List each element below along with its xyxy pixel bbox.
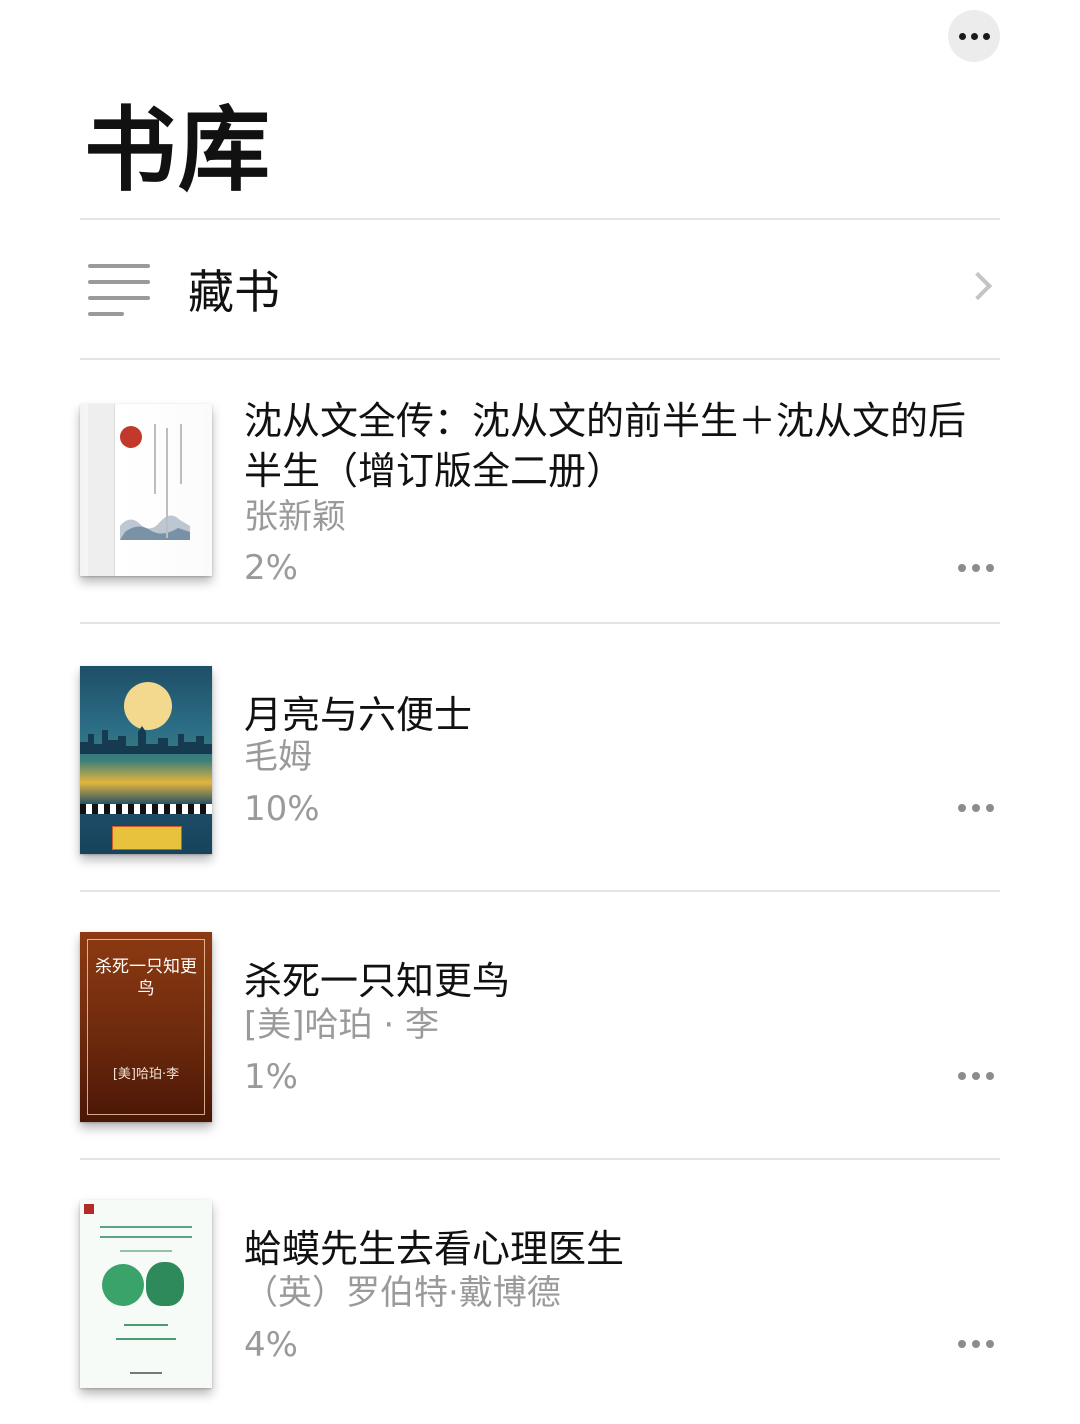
book-item[interactable]: 蛤蟆先生去看心理医生 （英）罗伯特·戴博德 4% (80, 1160, 1000, 1424)
page-title: 书库 (84, 97, 273, 204)
book-more-button[interactable] (958, 804, 994, 812)
collection-row[interactable]: 藏书 (80, 222, 1000, 358)
collection-label: 藏书 (188, 265, 280, 319)
book-more-button[interactable] (958, 1340, 994, 1348)
more-horizontal-icon (958, 32, 966, 40)
book-author: 毛姆 (244, 737, 312, 777)
more-horizontal-icon (958, 564, 966, 572)
book-author: （英）罗伯特·戴博德 (244, 1273, 561, 1313)
more-horizontal-icon (958, 1072, 966, 1080)
reading-progress: 4% (244, 1325, 298, 1365)
book-cover[interactable] (80, 404, 212, 576)
book-more-button[interactable] (958, 1072, 994, 1080)
cover-author: [美]哈珀·李 (112, 1067, 180, 1082)
cover-title: 杀死一只知更鸟 (95, 957, 197, 999)
book-title: 月亮与六便士 (244, 693, 473, 737)
more-horizontal-icon (958, 1340, 966, 1348)
book-item[interactable]: 杀死一只知更鸟 [美]哈珀·李 杀死一只知更鸟 [美]哈珀 · 李 1% (80, 892, 1000, 1158)
reading-progress: 1% (244, 1057, 298, 1097)
list-icon (88, 264, 150, 318)
more-horizontal-icon (958, 804, 966, 812)
book-item[interactable]: 月亮与六便士 毛姆 10% (80, 624, 1000, 890)
reading-progress: 2% (244, 548, 298, 588)
book-cover[interactable] (80, 666, 212, 854)
divider (80, 218, 1000, 220)
book-title: 蛤蟆先生去看心理医生 (244, 1227, 625, 1271)
book-author: [美]哈珀 · 李 (244, 1005, 439, 1045)
book-cover[interactable]: 杀死一只知更鸟 [美]哈珀·李 (80, 932, 212, 1122)
chevron-right-icon (963, 271, 993, 301)
book-cover[interactable] (80, 1200, 212, 1388)
reading-progress: 10% (244, 789, 320, 829)
book-item[interactable]: 沈从文全传：沈从文的前半生＋沈从文的后半生（增订版全二册） 张新颖 2% (80, 360, 1000, 622)
book-title: 杀死一只知更鸟 (244, 959, 511, 1003)
book-more-button[interactable] (958, 564, 994, 572)
book-author: 张新颖 (244, 497, 346, 537)
more-options-button[interactable] (948, 10, 1000, 62)
book-title: 沈从文全传：沈从文的前半生＋沈从文的后半生（增订版全二册） (244, 399, 967, 493)
